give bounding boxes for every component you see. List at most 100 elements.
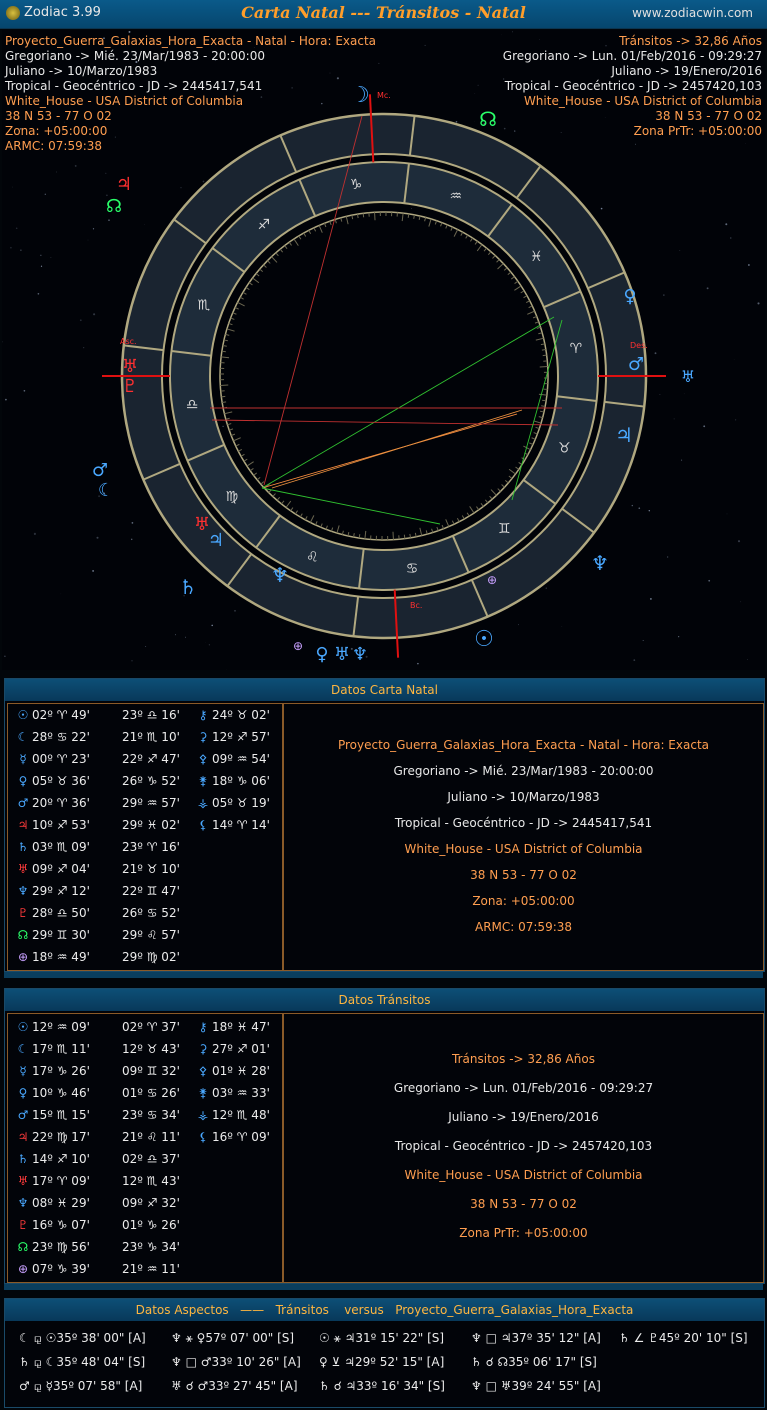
- aspects-title-dash: ——: [240, 1303, 265, 1317]
- star: [545, 587, 547, 589]
- planet-glyph-icon: ☊: [17, 1240, 29, 1254]
- star: [726, 513, 728, 515]
- star: [79, 319, 82, 322]
- star: [96, 536, 99, 539]
- planet-degree: 28º ♋ 22': [32, 730, 90, 744]
- zodiac-sign-icon: ♊: [498, 521, 511, 537]
- aspect-entry: ♄ ☌ ☊35º 06' 17" [S]: [471, 1355, 597, 1369]
- aspects-panel: Datos Aspectos —— Tránsitos versus Proye…: [4, 1298, 765, 1408]
- planet-degree: 17º ♏ 11': [32, 1042, 90, 1056]
- house-cusp: 29º ♍ 02': [122, 950, 180, 964]
- star: [745, 143, 746, 145]
- planet-glyph-icon: ♄: [17, 840, 29, 854]
- planet-position: ☉ 02º ♈ 49': [16, 708, 90, 722]
- asteroid-position: ⚷ 24º ♉ 02': [196, 708, 270, 722]
- description-line: Proyecto_Guerra_Galaxias_Hora_Exacta - N…: [337, 738, 710, 752]
- planet-position: ☾ 28º ♋ 22': [16, 730, 90, 744]
- natal-data-panel: Datos Carta Natal ☉ 02º ♈ 49' ☾ 28º ♋ 22' ☿ 0…: [4, 678, 765, 972]
- asteroid-degree: 18º ♑ 06': [212, 774, 270, 788]
- planet-glyph-icon: ☉: [17, 708, 29, 722]
- asteroid-glyph-icon: ⚳: [198, 1042, 208, 1056]
- aspect-entry: ♄ ∠ ♇45º 20' 10" [S]: [619, 1331, 748, 1345]
- star: [730, 237, 732, 239]
- planet-glyph-icon: ♆: [591, 551, 609, 575]
- description-line: Tropical - Geocéntrico - JD -> 2445417,5…: [394, 816, 653, 830]
- transit-description: Tránsitos -> 32,86 Años Gregoriano -> Lun…: [283, 1013, 764, 1283]
- star: [667, 556, 669, 558]
- house-cusp: 23º ♎ 16': [122, 708, 180, 722]
- asteroid-position: ⚳ 27º ♐ 01': [196, 1042, 270, 1056]
- house-cusp: 09º ♐ 32': [122, 1196, 180, 1210]
- star: [681, 459, 683, 461]
- aspects-title-mid: Tránsitos versus: [275, 1303, 384, 1317]
- title-bar: Zodiac 3.99 Carta Natal --- Tránsitos - …: [0, 0, 767, 29]
- planet-glyph-icon: ☾: [17, 1042, 29, 1056]
- planet-degree: 05º ♉ 36': [32, 774, 90, 788]
- star: [706, 287, 709, 290]
- zodiac-sign-icon: ♌: [306, 549, 319, 565]
- planet-glyph-icon: ☉: [474, 627, 494, 652]
- star: [4, 655, 6, 657]
- star: [234, 610, 236, 612]
- asteroid-position: ⚴ 01º ♓ 28': [196, 1064, 270, 1078]
- transit-panel-title: Datos Tránsitos: [5, 989, 764, 1011]
- planet-degree: 08º ♓ 29': [32, 1196, 90, 1210]
- asteroid-glyph-icon: ⚳: [198, 730, 208, 744]
- star: [40, 254, 42, 256]
- house-cusp: 01º ♑ 26': [122, 1218, 180, 1232]
- star: [673, 418, 675, 420]
- planet-degree: 16º ♑ 07': [32, 1218, 90, 1232]
- star: [663, 294, 665, 296]
- house-cusp: 21º ♏ 10': [122, 730, 180, 744]
- star: [11, 186, 13, 188]
- asteroid-position: ⚶ 05º ♉ 19': [196, 796, 270, 810]
- transit-header-info: Tránsitos -> 32,86 Años Gregoriano -> Lun…: [503, 34, 762, 139]
- planet-glyph-icon: ☿: [19, 1064, 27, 1078]
- house-cusp: 29º ♌ 57': [122, 928, 180, 942]
- star: [128, 30, 131, 33]
- star: [270, 253, 271, 255]
- star: [679, 250, 681, 251]
- star: [757, 302, 760, 305]
- aspect-entry: ☉ ⚹ ♃31º 15' 22" [S]: [319, 1331, 445, 1345]
- star: [740, 601, 742, 603]
- website-link[interactable]: www.zodiacwin.com: [632, 6, 753, 20]
- planet-position: ☿ 17º ♑ 26': [16, 1064, 90, 1078]
- planet-position: ♇ 16º ♑ 07': [16, 1218, 90, 1232]
- house-cusp: 23º ♈ 16': [122, 840, 180, 854]
- planet-glyph-icon: ♂: [17, 1108, 29, 1122]
- star: [50, 257, 52, 259]
- description-line: Tropical - Geocéntrico - JD -> 2457420,1…: [394, 1139, 653, 1153]
- planet-glyph-icon: ⊕: [293, 639, 303, 653]
- degree-tick: [542, 399, 547, 402]
- header-right-line: Tránsitos -> 32,86 Años: [619, 34, 762, 48]
- star: [105, 172, 107, 174]
- planet-degree: 12º ♒ 09': [32, 1020, 90, 1034]
- star: [424, 44, 426, 46]
- description-line: Gregoriano -> Lun. 01/Feb/2016 - 09:29:2…: [393, 1081, 654, 1095]
- planet-position: ⊕ 18º ♒ 49': [16, 950, 90, 964]
- planet-glyph-icon: ♇: [17, 906, 29, 920]
- planet-glyph-icon: ☿: [19, 752, 27, 766]
- star: [737, 540, 741, 543]
- star: [747, 659, 748, 660]
- star: [131, 660, 133, 662]
- planet-position: ♅ 09º ♐ 04': [16, 862, 90, 876]
- star: [2, 341, 3, 343]
- house-cusp: 26º ♑ 52': [122, 774, 180, 788]
- star: [208, 644, 210, 646]
- header-right-line: Gregoriano -> Lun. 01/Feb/2016 - 09:29:2…: [502, 49, 762, 63]
- asteroid-degree: 24º ♉ 02': [212, 708, 270, 722]
- asteroid-degree: 16º ♈ 09': [212, 1130, 270, 1144]
- planet-glyph-icon: ♂: [17, 796, 29, 810]
- planet-glyph-icon: ♃: [17, 1130, 29, 1144]
- house-cusp: 23º ♋ 34': [122, 1108, 180, 1122]
- planet-degree: 02º ♈ 49': [32, 708, 90, 722]
- description-line: Tránsitos -> 32,86 Años: [452, 1052, 595, 1066]
- inner-ring: [219, 211, 549, 541]
- star: [92, 228, 95, 230]
- star: [654, 352, 657, 355]
- star: [378, 62, 380, 64]
- aspect-entry: ♂ ⚼ ☿35º 07' 58" [A]: [19, 1379, 143, 1393]
- header-left-line: Gregoriano -> Mié. 23/Mar/1983 - 20:00:0…: [5, 49, 265, 63]
